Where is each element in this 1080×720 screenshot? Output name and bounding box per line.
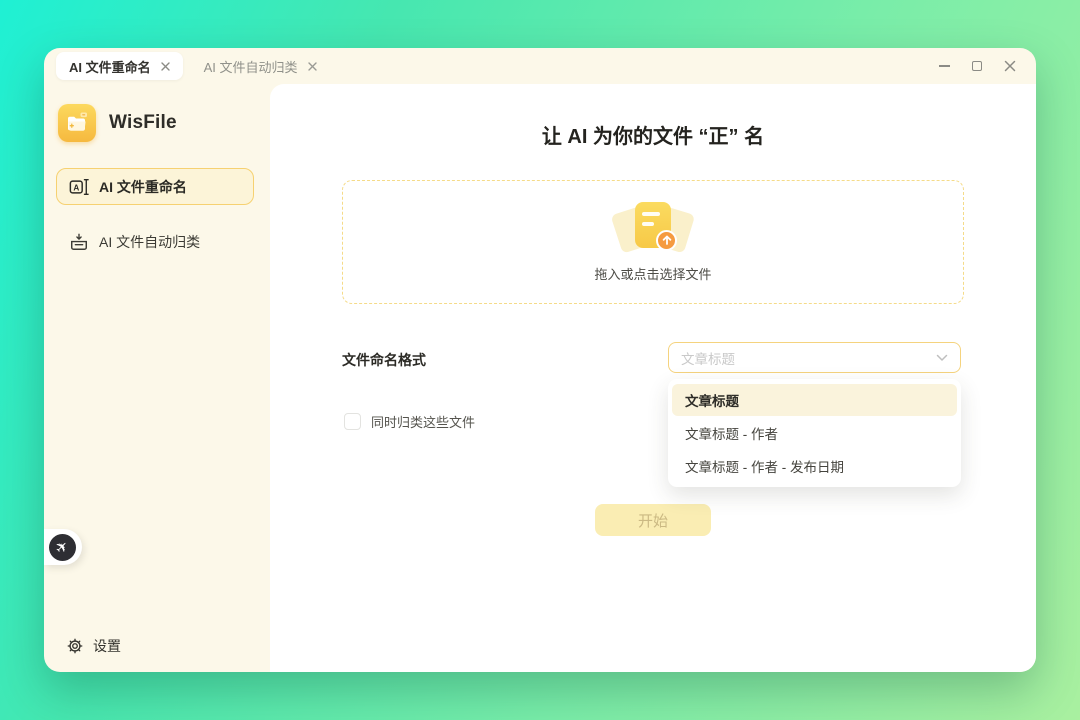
settings-label: 设置 <box>93 636 121 656</box>
classify-also-checkbox-row[interactable]: 同时归类这些文件 <box>344 412 475 431</box>
maximize-icon <box>972 61 982 71</box>
classify-also-checkbox[interactable] <box>344 413 361 430</box>
classify-icon <box>69 232 89 252</box>
tab-label: AI 文件自动归类 <box>204 57 298 76</box>
sidebar-item-ai-classify[interactable]: AI 文件自动归类 <box>56 223 254 260</box>
select-value: 文章标题 <box>681 348 735 368</box>
sidebar-item-label: AI 文件自动归类 <box>99 232 200 252</box>
dropdown-option[interactable]: 文章标题 - 作者 <box>672 417 957 449</box>
sidebar-nav: A AI 文件重命名 AI 文件自动归类 <box>56 168 254 260</box>
brand-name: WisFile <box>109 112 177 134</box>
floating-assistant-pill[interactable]: ✈ <box>44 529 82 565</box>
upload-arrow-icon <box>656 230 677 251</box>
start-button[interactable]: 开始 <box>595 504 711 536</box>
tab-ai-classify[interactable]: AI 文件自动归类 <box>191 52 330 80</box>
minimize-icon <box>939 65 950 67</box>
airplane-icon: ✈ <box>49 534 76 561</box>
page-title: 让 AI 为你的文件 “正” 名 <box>270 120 1036 149</box>
upload-files-icon <box>614 202 692 256</box>
brand: WisFile <box>56 96 254 142</box>
dropzone-label: 拖入或点击选择文件 <box>594 264 711 283</box>
chevron-down-icon <box>936 354 948 362</box>
maximize-button[interactable] <box>969 58 985 74</box>
tab-ai-rename[interactable]: AI 文件重命名 <box>56 52 183 80</box>
close-button[interactable] <box>1002 58 1018 74</box>
tab-close-icon[interactable] <box>308 62 317 71</box>
sidebar-item-label: AI 文件重命名 <box>99 177 187 197</box>
file-dropzone[interactable]: 拖入或点击选择文件 <box>342 180 964 304</box>
minimize-button[interactable] <box>936 58 952 74</box>
naming-format-label: 文件命名格式 <box>342 350 426 370</box>
tab-close-icon[interactable] <box>161 62 170 71</box>
wisfile-logo-icon <box>58 104 96 142</box>
dropdown-option[interactable]: 文章标题 - 作者 - 发布日期 <box>672 450 957 482</box>
naming-format-select[interactable]: 文章标题 <box>668 342 961 373</box>
dropdown-option[interactable]: 文章标题 <box>672 384 957 416</box>
window-controls <box>936 48 1018 84</box>
rename-icon: A <box>69 177 89 197</box>
tab-label: AI 文件重命名 <box>69 57 151 76</box>
sidebar-item-ai-rename[interactable]: A AI 文件重命名 <box>56 168 254 205</box>
main-panel: 让 AI 为你的文件 “正” 名 拖入或点击选择文件 文件命名格式 <box>270 84 1036 672</box>
app-window: AI 文件重命名 AI 文件自动归类 <box>44 48 1036 672</box>
settings-button[interactable]: 设置 <box>66 636 121 656</box>
sidebar: WisFile A AI 文件重命名 <box>44 84 270 672</box>
tab-bar: AI 文件重命名 AI 文件自动归类 <box>44 48 1036 84</box>
close-icon <box>1004 60 1016 72</box>
gear-icon <box>66 637 84 655</box>
svg-text:A: A <box>73 183 79 192</box>
classify-also-label: 同时归类这些文件 <box>371 412 475 431</box>
naming-format-dropdown: 文章标题 文章标题 - 作者 文章标题 - 作者 - 发布日期 <box>668 379 961 487</box>
